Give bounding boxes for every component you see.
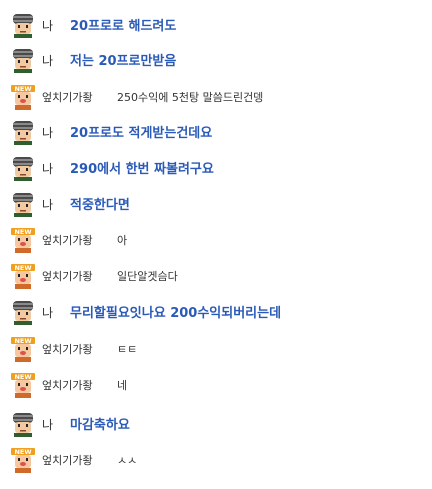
new-badge-character-icon: NEW xyxy=(10,263,36,289)
sender-name: 엎치기가좡 xyxy=(42,234,93,247)
message-text: 20프로로 해드려도 xyxy=(70,19,177,34)
chat-message-row: NEW 엎치기가좡 아 xyxy=(0,227,432,253)
sender-name: 엎치기가좡 xyxy=(42,454,93,467)
helmet-character-icon xyxy=(10,411,36,437)
new-badge-character-icon: NEW xyxy=(10,447,36,473)
sender-name: 나 xyxy=(42,19,54,33)
new-badge-character-icon: NEW xyxy=(10,227,36,253)
chat-message-row: 나 290에서 한번 짜볼려구요 xyxy=(0,155,432,181)
message-text: 일단알겟슴다 xyxy=(117,270,178,283)
helmet-character-icon xyxy=(10,12,36,38)
chat-message-row: NEW 엎치기가좡 일단알겟슴다 xyxy=(0,263,432,289)
svg-text:NEW: NEW xyxy=(14,228,31,236)
chat-message-row: 나 무리할필요잇나요 200수익되버리는데 xyxy=(0,299,432,325)
chat-message-row: 나 적중한다면 xyxy=(0,191,432,217)
sender-name: 엎치기가좡 xyxy=(42,379,93,392)
chat-message-row: NEW 엎치기가좡 ㅌㅌ xyxy=(0,336,432,362)
svg-text:NEW: NEW xyxy=(14,337,31,345)
chat-message-row: 나 저는 20프로만받음 xyxy=(0,47,432,73)
message-text: 290에서 한번 짜볼려구요 xyxy=(70,162,214,177)
new-badge-character-icon: NEW xyxy=(10,372,36,398)
chat-message-row: NEW 엎치기가좡 ㅅㅅ xyxy=(0,447,432,473)
sender-name: 나 xyxy=(42,126,54,140)
chat-log: 나 20프로로 해드려도 나 저는 20프로만받음 NEW 엎치기가좡 250수익에 … xyxy=(0,0,432,489)
chat-message-row: 나 20프로도 적게받는건데요 xyxy=(0,119,432,145)
svg-text:NEW: NEW xyxy=(14,448,31,456)
svg-text:NEW: NEW xyxy=(14,373,31,381)
message-text: 적중한다면 xyxy=(70,198,130,213)
helmet-character-icon xyxy=(10,299,36,325)
message-text: 무리할필요잇나요 200수익되버리는데 xyxy=(70,306,282,321)
message-text: 아 xyxy=(117,234,128,247)
helmet-character-icon xyxy=(10,191,36,217)
message-text: 저는 20프로만받음 xyxy=(70,54,177,69)
chat-message-row: 나 마감축하요 xyxy=(0,411,432,437)
sender-name: 엎치기가좡 xyxy=(42,343,93,356)
sender-name: 엎치기가좡 xyxy=(42,91,93,104)
chat-message-row: NEW 엎치기가좡 250수익에 5천탕 말씀드린건뎅 xyxy=(0,84,432,110)
helmet-character-icon xyxy=(10,155,36,181)
new-badge-character-icon: NEW xyxy=(10,84,36,110)
message-text: ㅌㅌ xyxy=(117,343,138,356)
sender-name: 엎치기가좡 xyxy=(42,270,93,283)
sender-name: 나 xyxy=(42,306,54,320)
message-text: 마감축하요 xyxy=(70,418,130,433)
message-text: ㅅㅅ xyxy=(117,454,138,467)
new-badge-character-icon: NEW xyxy=(10,336,36,362)
helmet-character-icon xyxy=(10,47,36,73)
sender-name: 나 xyxy=(42,198,54,212)
svg-text:NEW: NEW xyxy=(14,85,31,93)
message-text: 250수익에 5천탕 말씀드린건뎅 xyxy=(117,91,264,104)
chat-message-row: 나 20프로로 해드려도 xyxy=(0,12,432,38)
sender-name: 나 xyxy=(42,418,54,432)
svg-text:NEW: NEW xyxy=(14,264,31,272)
helmet-character-icon xyxy=(10,119,36,145)
sender-name: 나 xyxy=(42,54,54,68)
chat-message-row: NEW 엎치기가좡 네 xyxy=(0,372,432,398)
message-text: 네 xyxy=(117,379,128,392)
sender-name: 나 xyxy=(42,162,54,176)
message-text: 20프로도 적게받는건데요 xyxy=(70,126,213,141)
